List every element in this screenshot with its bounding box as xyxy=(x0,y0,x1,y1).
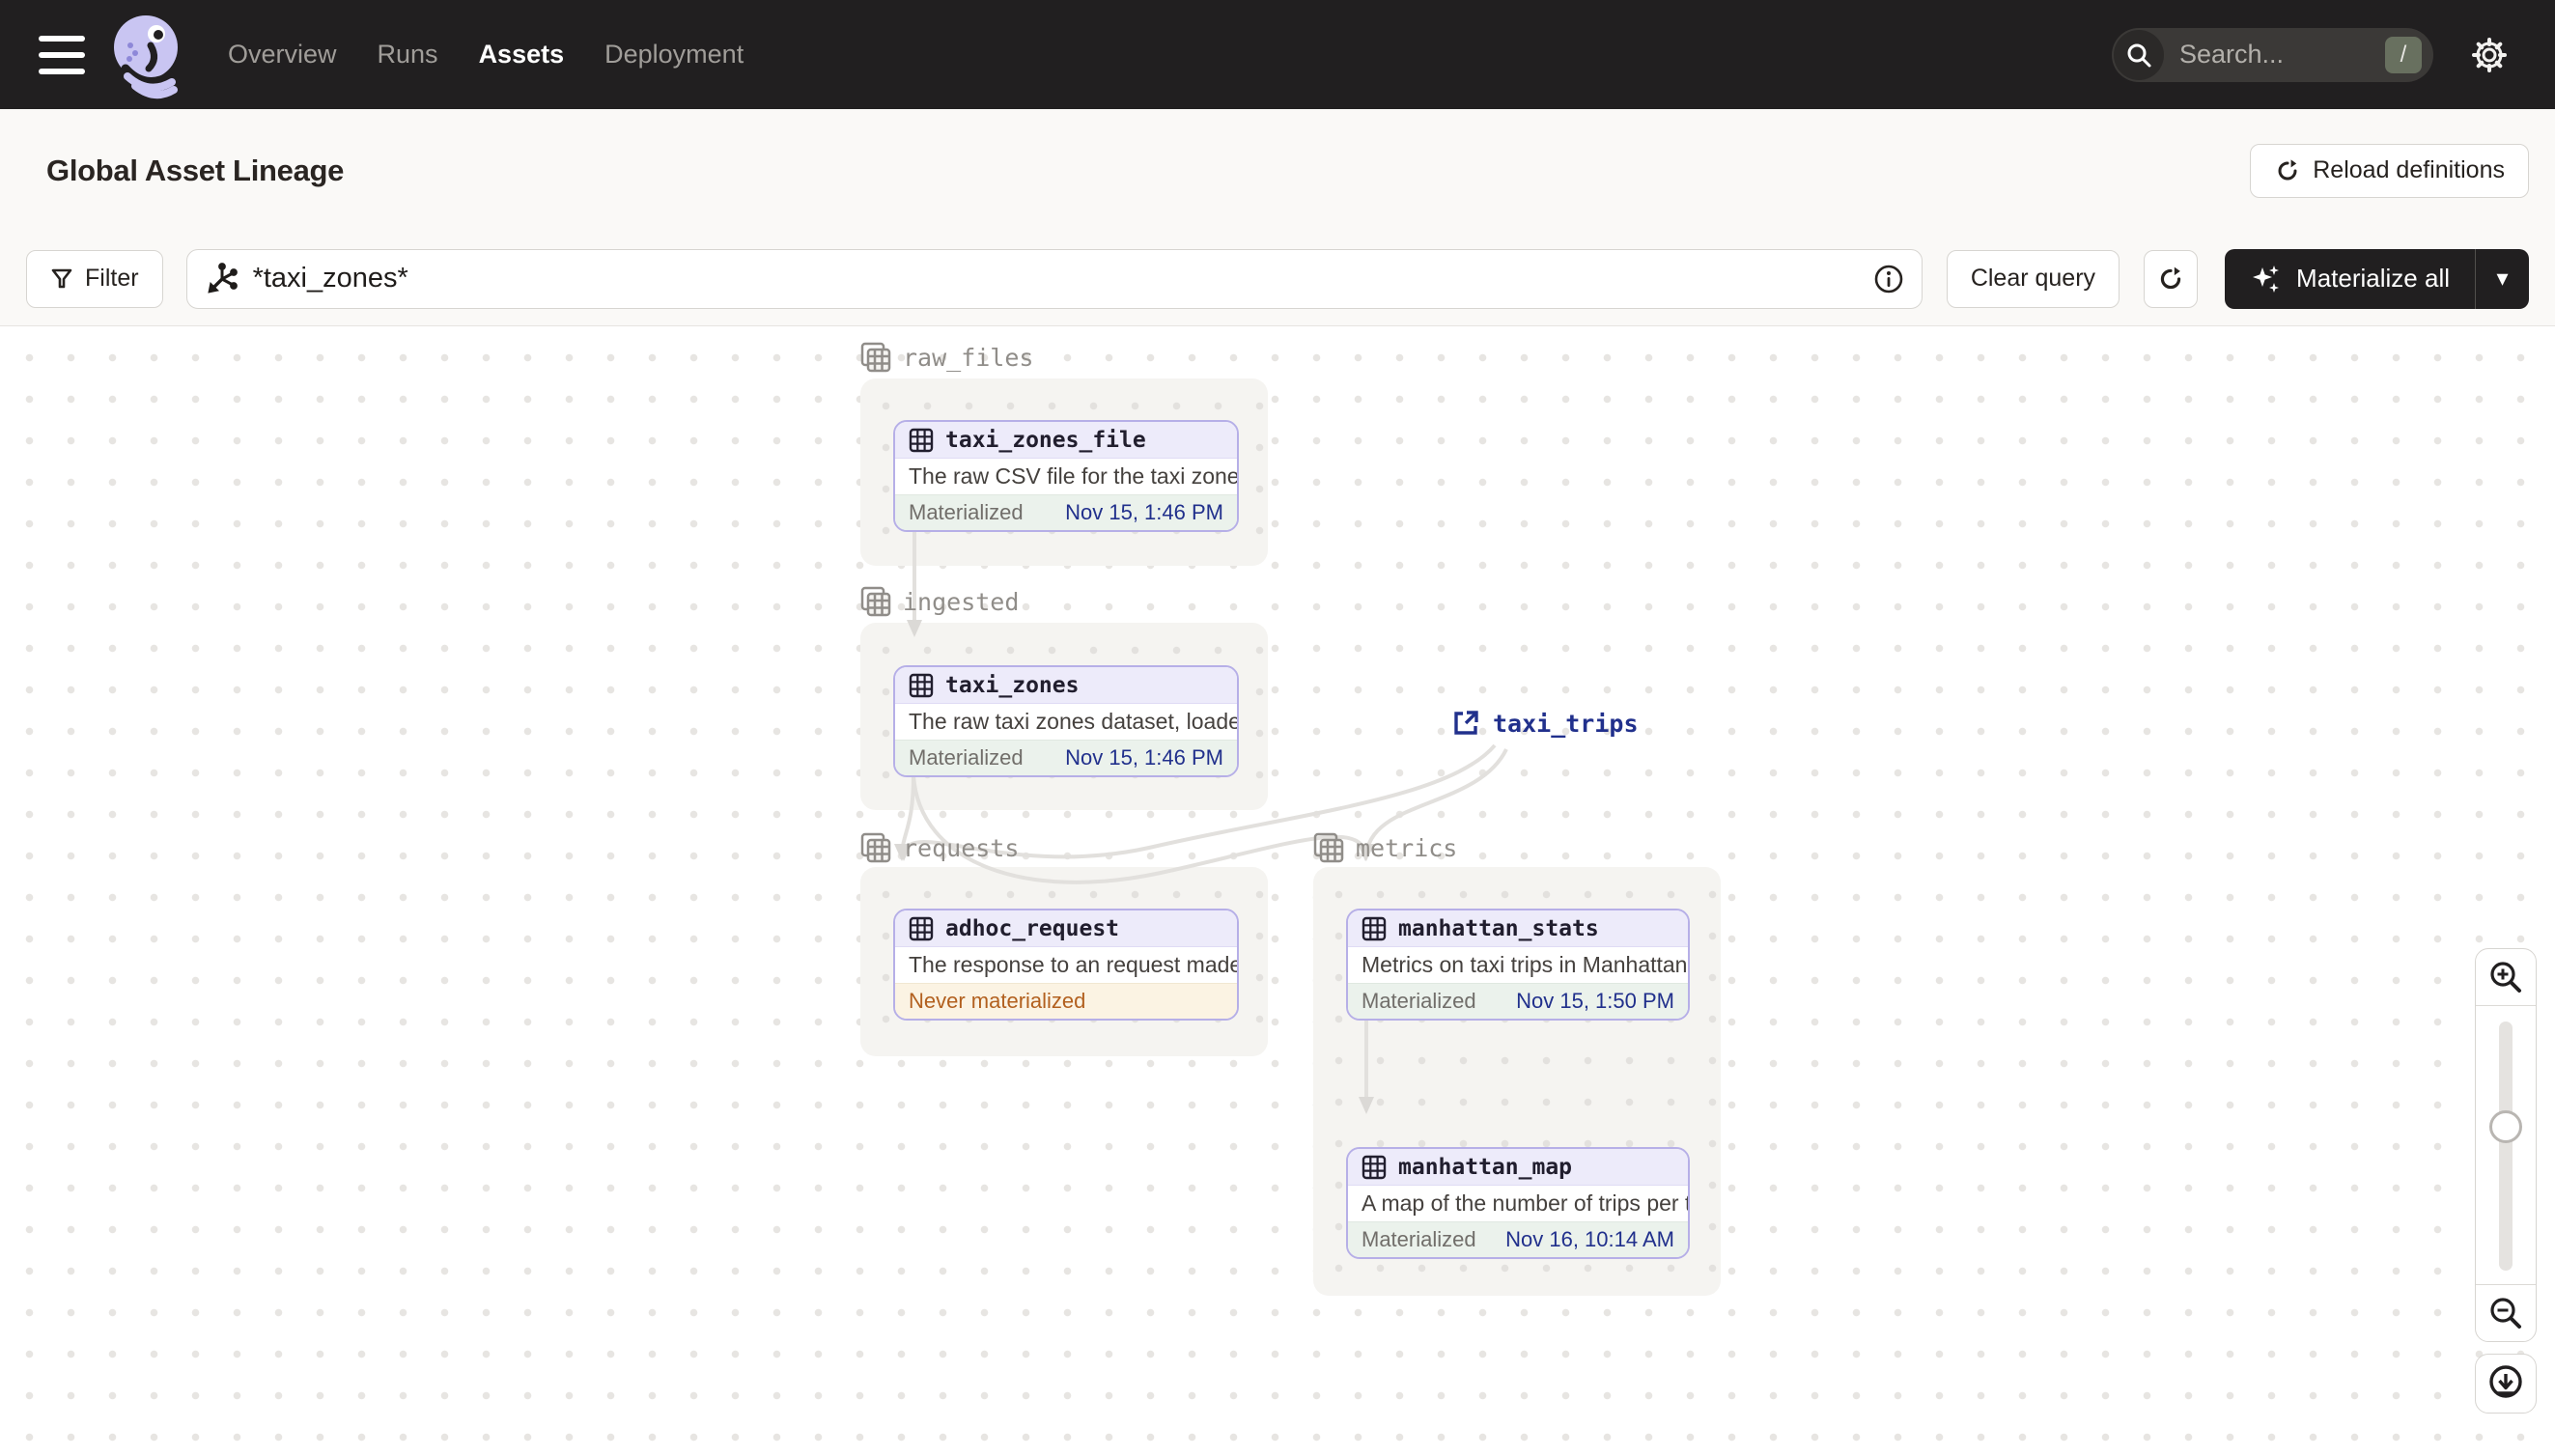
status-timestamp: Nov 15, 1:50 PM xyxy=(1516,989,1674,1013)
clear-query-button[interactable]: Clear query xyxy=(1946,249,2120,308)
asset-node-taxi-zones[interactable]: taxi_zones The raw taxi zones dataset, l… xyxy=(893,665,1239,777)
table-icon xyxy=(1362,1155,1387,1179)
download-graph-button[interactable] xyxy=(2475,1354,2537,1414)
asset-status-row: Materialized Nov 15, 1:46 PM xyxy=(895,740,1237,775)
sparkle-icon xyxy=(2253,265,2280,293)
refresh-icon xyxy=(2160,266,2181,289)
lineage-edges xyxy=(894,528,1508,1114)
asset-status-row: Materialized Nov 16, 10:14 AM xyxy=(1348,1221,1688,1257)
nav-runs[interactable]: Runs xyxy=(378,40,438,70)
zoom-controls xyxy=(2475,948,2537,1342)
group-label-metrics[interactable]: metrics xyxy=(1313,832,1457,863)
nav-assets[interactable]: Assets xyxy=(479,40,565,70)
asset-name: adhoc_request xyxy=(945,915,1120,941)
table-icon xyxy=(909,916,934,940)
asset-name: taxi_zones xyxy=(945,672,1080,698)
asset-name: manhattan_map xyxy=(1398,1154,1573,1180)
search-shortcut-badge: / xyxy=(2385,36,2422,73)
zoom-in-icon xyxy=(2490,962,2521,993)
nav-deployment[interactable]: Deployment xyxy=(604,40,744,70)
asset-name: manhattan_stats xyxy=(1398,915,1599,941)
asset-description: A map of the number of trips per taxi z.… xyxy=(1362,1190,1688,1216)
query-graph-icon xyxy=(205,262,239,296)
status-label: Never materialized xyxy=(909,989,1086,1013)
asset-query-input[interactable]: *taxi_zones* xyxy=(185,248,1923,309)
dagster-logo-icon[interactable] xyxy=(106,9,189,101)
status-label: Materialized xyxy=(909,745,1024,770)
group-label-ingested[interactable]: ingested xyxy=(860,586,1019,617)
table-icon xyxy=(909,428,934,452)
zoom-out-icon xyxy=(2490,1298,2521,1329)
table-icon xyxy=(1362,916,1387,940)
asset-lineage-canvas[interactable]: raw_files ingested requests metrics taxi… xyxy=(0,326,2555,1456)
materialize-options-caret[interactable]: ▾ xyxy=(2475,248,2529,309)
asset-description: The response to an request made in th... xyxy=(909,952,1237,977)
zoom-slider[interactable] xyxy=(2476,1005,2536,1285)
asset-node-manhattan-map[interactable]: manhattan_map A map of the number of tri… xyxy=(1346,1147,1690,1259)
asset-name: taxi_zones_file xyxy=(945,427,1146,453)
status-label: Materialized xyxy=(1362,1227,1476,1251)
asset-description: Metrics on taxi trips in Manhattan xyxy=(1362,952,1688,977)
menu-icon[interactable] xyxy=(39,35,85,74)
page-title: Global Asset Lineage xyxy=(46,153,345,187)
asset-node-adhoc-request[interactable]: adhoc_request The response to an request… xyxy=(893,909,1239,1021)
search-placeholder: Search... xyxy=(2179,40,2285,69)
asset-status-row: Materialized Nov 15, 1:50 PM xyxy=(1348,983,1688,1019)
asset-status-row: Never materialized xyxy=(895,983,1237,1019)
status-timestamp: Nov 15, 1:46 PM xyxy=(1065,745,1223,770)
materialize-all-button[interactable]: Materialize all xyxy=(2225,249,2475,309)
asset-description: The raw taxi zones dataset, loaded int..… xyxy=(909,709,1237,734)
primary-nav: Overview Runs Assets Deployment xyxy=(228,40,744,70)
reload-definitions-button[interactable]: Reload definitions xyxy=(2250,143,2529,198)
page-header: Global Asset Lineage Reload definitions xyxy=(0,109,2555,232)
status-label: Materialized xyxy=(1362,989,1476,1013)
refresh-button[interactable] xyxy=(2144,249,2199,308)
funnel-icon xyxy=(51,268,72,288)
search-input[interactable]: Search... / xyxy=(2112,27,2433,82)
group-table-icon xyxy=(860,586,891,617)
zoom-out-button[interactable] xyxy=(2476,1285,2536,1341)
group-label-requests[interactable]: requests xyxy=(860,832,1019,863)
zoom-slider-track[interactable] xyxy=(2499,1022,2513,1271)
download-icon xyxy=(2489,1365,2522,1398)
zoom-in-button[interactable] xyxy=(2476,949,2536,1005)
filter-button[interactable]: Filter xyxy=(26,249,163,308)
status-timestamp: Nov 16, 10:14 AM xyxy=(1505,1227,1674,1251)
lineage-toolbar: Filter *taxi_zones* Clear query Material… xyxy=(0,232,2555,326)
asset-node-taxi-zones-file[interactable]: taxi_zones_file The raw CSV file for the… xyxy=(893,420,1239,532)
top-nav: Overview Runs Assets Deployment Search..… xyxy=(0,0,2555,109)
group-label-raw-files[interactable]: raw_files xyxy=(860,342,1033,373)
group-table-icon xyxy=(860,832,891,863)
group-table-icon xyxy=(1313,832,1344,863)
gear-icon[interactable] xyxy=(2470,36,2509,74)
chevron-down-icon: ▾ xyxy=(2496,266,2509,292)
group-table-icon xyxy=(860,342,891,373)
asset-query-value: *taxi_zones* xyxy=(252,263,408,294)
reload-icon xyxy=(2278,158,2297,180)
info-icon[interactable] xyxy=(1873,264,1904,294)
asset-status-row: Materialized Nov 15, 1:46 PM xyxy=(895,494,1237,530)
table-icon xyxy=(909,673,934,697)
status-label: Materialized xyxy=(909,500,1024,524)
external-link-icon xyxy=(1454,711,1478,735)
materialize-all-split-button: Materialize all ▾ xyxy=(2225,248,2529,309)
asset-node-manhattan-stats[interactable]: manhattan_stats Metrics on taxi trips in… xyxy=(1346,909,1690,1021)
asset-description: The raw CSV file for the taxi zones dat.… xyxy=(909,463,1237,489)
zoom-slider-thumb[interactable] xyxy=(2489,1110,2522,1143)
status-timestamp: Nov 15, 1:46 PM xyxy=(1065,500,1223,524)
external-asset-taxi-trips[interactable]: taxi_trips xyxy=(1450,709,1639,738)
nav-overview[interactable]: Overview xyxy=(228,40,337,70)
search-icon xyxy=(2114,29,2164,80)
